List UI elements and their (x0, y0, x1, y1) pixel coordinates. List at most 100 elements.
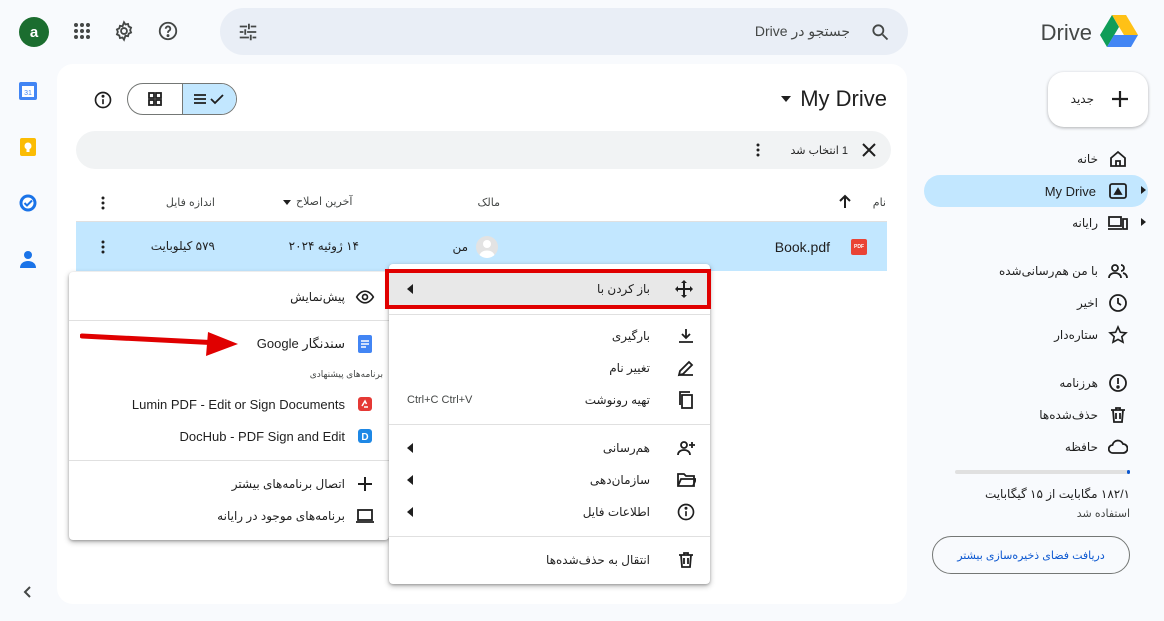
submenu-arrow-icon (407, 507, 413, 517)
person-add-icon (676, 438, 696, 458)
calendar-icon[interactable]: 31 (18, 81, 38, 101)
sidebar-item-spam[interactable]: هرزنامه (924, 367, 1164, 399)
download-item[interactable]: بارگیری (389, 320, 710, 352)
selection-bar: 1 انتخاب شد (76, 131, 891, 169)
storage-bar-fill (1127, 470, 1130, 474)
copy-shortcut: Ctrl+C Ctrl+V (407, 394, 473, 406)
cloud-icon (1107, 437, 1129, 457)
copy-icon (676, 390, 696, 410)
info-circle-icon (676, 502, 696, 522)
search-bar[interactable]: جستجو در Drive (220, 8, 908, 55)
preview-item[interactable]: پیش‌نمایش (69, 281, 389, 313)
svg-text:31: 31 (24, 90, 32, 97)
view-toggle[interactable] (127, 83, 237, 115)
column-header-owner[interactable]: مالک (478, 196, 500, 209)
get-more-storage-button[interactable]: دریافت فضای ذخیره‌سازی بیشتر (932, 536, 1130, 574)
sidebar-item-home[interactable]: خانه (924, 143, 1164, 175)
highlight-box (385, 269, 711, 309)
people-icon (1108, 261, 1128, 281)
rename-item[interactable]: تغییر نام (389, 352, 710, 384)
open-with-submenu: پیش‌نمایش سندنگار Google برنامه‌های پیشن… (69, 272, 389, 540)
storage-bar (955, 470, 1130, 474)
sidebar-item-recent[interactable]: اخیر (924, 287, 1164, 319)
share-item[interactable]: هم‌رسانی (389, 432, 710, 464)
clear-selection-icon[interactable] (861, 142, 877, 158)
sidebar-item-storage[interactable]: حافظه (924, 431, 1164, 463)
grid-view-button[interactable] (128, 84, 182, 114)
svg-text:D: D (361, 432, 368, 443)
collapse-panel-icon[interactable] (20, 584, 36, 600)
modified-value: ۱۴ ژوئیه ۲۰۲۴ (288, 239, 359, 253)
dochub-icon: D (355, 426, 375, 446)
connect-more-apps-label: اتصال برنامه‌های بیشتر (231, 477, 345, 491)
sidebar-item-my-drive[interactable]: My Drive (924, 175, 1148, 207)
settings-gear-icon[interactable] (110, 17, 138, 45)
file-info-item[interactable]: اطلاعات فایل (389, 496, 710, 528)
storage-used-label: استفاده شد (1076, 508, 1130, 520)
row-more-icon[interactable] (95, 239, 111, 255)
menu-divider (389, 536, 710, 537)
page-title-text: My Drive (800, 86, 887, 111)
computer-apps-item[interactable]: برنامه‌های موجود در رایانه (69, 500, 389, 532)
spam-icon (1108, 373, 1128, 393)
column-options-icon[interactable] (95, 195, 111, 211)
column-header-size[interactable]: اندازه فایل (166, 196, 215, 209)
column-header-modified[interactable]: آخرین اصلاح (282, 195, 352, 208)
storage-usage-text: ۱۸۲/۱ مگابایت از ۱۵ گیگابایت (984, 487, 1130, 501)
share-label: هم‌رسانی (602, 441, 650, 455)
lumin-item[interactable]: Lumin PDF - Edit or Sign Documents (69, 388, 389, 420)
keep-icon[interactable] (18, 137, 38, 157)
make-copy-item[interactable]: تهیه رونوشت Ctrl+C Ctrl+V (389, 384, 710, 416)
title-dropdown-icon (781, 96, 792, 102)
sidebar-item-trash[interactable]: حذف‌شده‌ها (924, 399, 1164, 431)
submenu-arrow-icon (407, 475, 413, 485)
file-name[interactable]: Book.pdf (775, 239, 830, 255)
list-view-button[interactable] (181, 84, 236, 114)
info-icon[interactable] (89, 86, 117, 114)
selection-count: 1 انتخاب شد (790, 145, 848, 157)
organize-label: سازمان‌دهی (589, 473, 650, 487)
sidebar-item-label: با من هم‌رسانی‌شده (998, 264, 1098, 278)
expand-triangle-icon (1141, 218, 1146, 226)
sidebar-item-shared[interactable]: با من هم‌رسانی‌شده (924, 255, 1164, 287)
home-icon (1108, 149, 1128, 169)
connect-more-apps-item[interactable]: اتصال برنامه‌های بیشتر (69, 468, 389, 500)
tasks-icon[interactable] (18, 193, 38, 213)
clock-icon (1108, 293, 1128, 313)
new-button-label: جدید (1070, 92, 1094, 106)
search-input[interactable]: جستجو در Drive (755, 23, 850, 40)
lumin-icon (355, 394, 375, 414)
apps-grid-icon[interactable] (68, 17, 96, 45)
sidebar-item-label: My Drive (1044, 184, 1096, 199)
sidebar-item-label: حافظه (1064, 440, 1098, 454)
search-options-icon[interactable] (234, 18, 262, 46)
help-icon[interactable] (154, 17, 182, 45)
search-icon[interactable] (866, 18, 894, 46)
sort-dropdown-icon (283, 199, 291, 205)
grid-icon (147, 92, 162, 106)
google-docs-label: سندنگار Google (256, 336, 345, 351)
computer-apps-label: برنامه‌های موجود در رایانه (217, 509, 345, 523)
account-avatar[interactable]: a (19, 17, 49, 47)
trash-icon (1108, 405, 1128, 425)
suggested-apps-header: برنامه‌های پیشنهادی (309, 369, 383, 379)
organize-item[interactable]: سازمان‌دهی (389, 464, 710, 496)
sidebar-item-label: خانه (1077, 152, 1098, 166)
sidebar-item-computers[interactable]: رایانه (924, 207, 1164, 239)
move-to-trash-item[interactable]: انتقال به حذف‌شده‌ها (389, 544, 710, 576)
download-label: بارگیری (611, 329, 650, 343)
sidebar-item-label: هرزنامه (1059, 376, 1098, 390)
google-docs-icon (355, 334, 375, 354)
dochub-item[interactable]: D DocHub - PDF Sign and Edit (69, 420, 389, 452)
column-header-name[interactable]: نام (873, 196, 886, 209)
page-title[interactable]: My Drive (780, 86, 887, 112)
sort-ascending-icon[interactable] (837, 194, 853, 210)
sidebar-item-starred[interactable]: ستاره‌دار (924, 319, 1164, 351)
sidebar-item-label: رایانه (1072, 216, 1098, 230)
download-icon (676, 326, 696, 346)
lumin-label: Lumin PDF - Edit or Sign Documents (131, 396, 345, 412)
contacts-icon[interactable] (18, 249, 38, 269)
size-value: ۵۷۹ کیلوبایت (150, 239, 215, 253)
more-actions-icon[interactable] (750, 142, 766, 158)
new-button[interactable]: جدید (1048, 72, 1148, 127)
